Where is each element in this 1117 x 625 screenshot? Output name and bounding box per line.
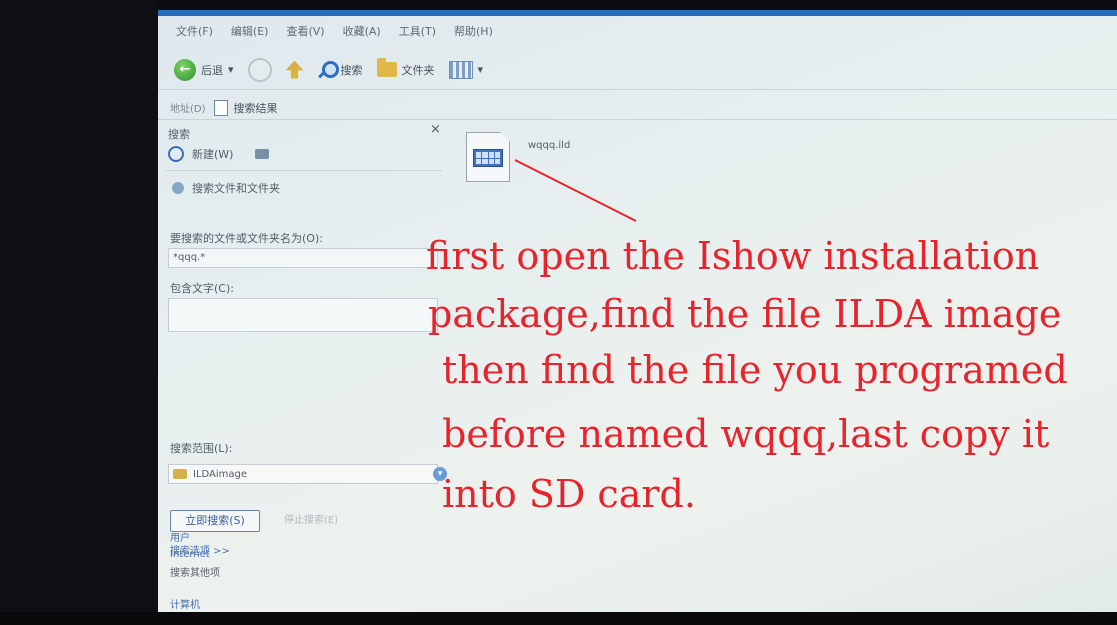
annotation-line-1: first open the Ishow installation: [426, 234, 1040, 278]
annotation-line-2: package,find the file ILDA image: [428, 292, 1062, 336]
annotation-line-3: then find the file you programed: [442, 348, 1068, 392]
annotation-line-4: before named wqqq,last copy it: [442, 412, 1050, 456]
arrow-line: [514, 159, 637, 222]
annotation-line-5: into SD card.: [442, 472, 696, 516]
